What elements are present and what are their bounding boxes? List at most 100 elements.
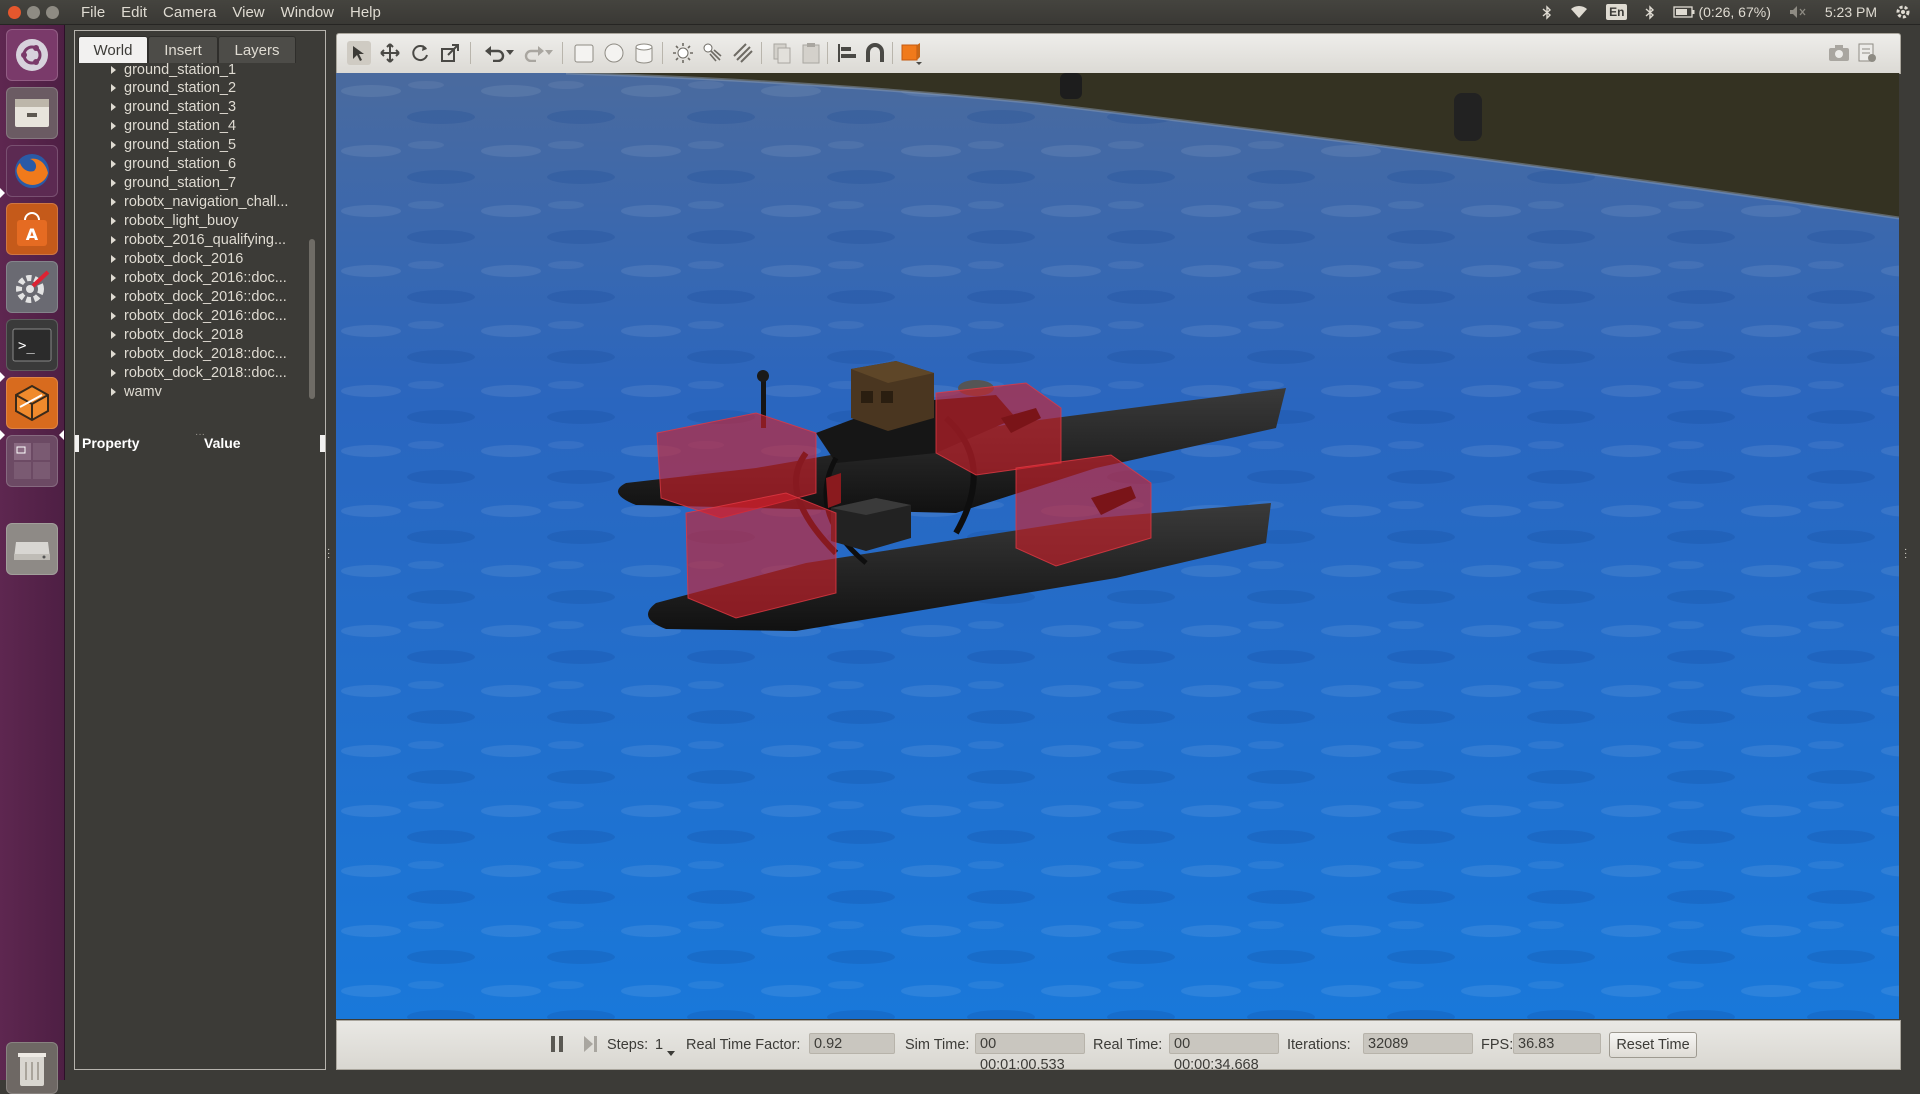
wifi-icon[interactable] [1561, 5, 1597, 19]
terminal-icon[interactable]: >_ [6, 319, 58, 371]
expand-arrow-icon[interactable] [111, 388, 116, 396]
view-angle-icon[interactable] [899, 41, 923, 65]
tree-item[interactable]: ground_station_7 [75, 174, 305, 193]
expand-arrow-icon[interactable] [111, 331, 116, 339]
snap-icon[interactable] [863, 41, 887, 65]
tab-layers[interactable]: Layers [218, 36, 296, 64]
screenshot-icon[interactable] [1827, 41, 1851, 65]
tree-item[interactable]: ground_station_2 [75, 79, 305, 98]
tree-scrollbar[interactable] [309, 239, 315, 399]
expand-arrow-icon[interactable] [111, 198, 116, 206]
bluetooth-icon-2[interactable] [1636, 4, 1664, 20]
tree-item[interactable]: wamv [75, 383, 305, 402]
redo-history-icon[interactable] [542, 41, 556, 65]
expand-arrow-icon[interactable] [111, 217, 116, 225]
expand-arrow-icon[interactable] [111, 103, 116, 111]
tab-world[interactable]: World [78, 36, 148, 64]
scale-icon[interactable] [438, 41, 462, 65]
bluetooth-icon[interactable] [1533, 4, 1561, 20]
rotate-icon[interactable] [408, 41, 432, 65]
tree-item[interactable]: robotx_dock_2016::doc... [75, 307, 305, 326]
undo-history-icon[interactable] [503, 41, 517, 65]
copy-icon[interactable] [770, 41, 794, 65]
expand-arrow-icon[interactable] [111, 141, 116, 149]
keyboard-layout-indicator[interactable]: En [1597, 4, 1636, 20]
value-column-header[interactable]: Value [204, 435, 241, 452]
system-settings-icon[interactable] [6, 261, 58, 313]
tab-insert[interactable]: Insert [148, 36, 218, 64]
tree-item[interactable]: robotx_2016_qualifying... [75, 231, 305, 250]
paste-icon[interactable] [799, 41, 823, 65]
translate-icon[interactable] [378, 41, 402, 65]
tree-item[interactable]: robotx_dock_2016::doc... [75, 269, 305, 288]
gazebo-icon[interactable] [6, 377, 58, 429]
expand-arrow-icon[interactable] [111, 66, 116, 74]
ubuntu-dash-icon[interactable] [6, 29, 58, 81]
tree-item[interactable]: ground_station_4 [75, 117, 305, 136]
tree-item[interactable]: ground_station_6 [75, 155, 305, 174]
tree-item-label: ground_station_1 [124, 63, 237, 78]
right-panel-collapse-handle[interactable]: · · · [1904, 545, 1908, 563]
window-close-button[interactable] [8, 5, 21, 19]
gear-icon[interactable] [1886, 4, 1920, 20]
expand-arrow-icon[interactable] [111, 274, 116, 282]
status-bar: Steps: 1 Real Time Factor: 0.92 Sim Time… [336, 1020, 1901, 1073]
steps-dropdown-icon[interactable] [667, 1045, 675, 1061]
files-icon[interactable] [6, 87, 58, 139]
align-icon[interactable] [835, 41, 859, 65]
expand-arrow-icon[interactable] [111, 122, 116, 130]
trash-icon[interactable] [6, 1042, 58, 1094]
tree-item-label: robotx_dock_2018 [124, 327, 244, 343]
software-center-icon[interactable]: A [6, 203, 58, 255]
select-arrow-icon[interactable] [347, 41, 371, 65]
steps-value[interactable]: 1 [655, 1037, 663, 1053]
window-minimize-button[interactable] [27, 5, 40, 19]
step-forward-icon[interactable] [582, 1035, 598, 1057]
expand-arrow-icon[interactable] [111, 293, 116, 301]
property-column-header[interactable]: Property [82, 435, 140, 452]
box-icon[interactable] [572, 41, 596, 65]
menu-help[interactable]: Help [342, 4, 389, 21]
spot-light-icon[interactable] [701, 41, 725, 65]
window-maximize-button[interactable] [46, 5, 59, 19]
menu-file[interactable]: File [73, 4, 113, 21]
reset-time-button[interactable]: Reset Time [1609, 1032, 1697, 1058]
tree-item[interactable]: robotx_dock_2018 [75, 326, 305, 345]
point-light-icon[interactable] [671, 41, 695, 65]
3d-viewport[interactable] [336, 73, 1899, 1019]
expand-arrow-icon[interactable] [111, 160, 116, 168]
tree-item[interactable]: robotx_dock_2018::doc... [75, 364, 305, 383]
expand-arrow-icon[interactable] [111, 236, 116, 244]
sphere-icon[interactable] [602, 41, 626, 65]
expand-arrow-icon[interactable] [111, 312, 116, 320]
cylinder-icon[interactable] [632, 41, 656, 65]
workspace-switcher-icon[interactable] [6, 435, 58, 487]
battery-indicator[interactable]: (0:26, 67%) [1664, 4, 1779, 20]
log-icon[interactable] [1855, 41, 1879, 65]
menu-window[interactable]: Window [273, 4, 342, 21]
tree-item[interactable]: robotx_dock_2018::doc... [75, 345, 305, 364]
tree-item[interactable]: ground_station_1 [75, 63, 305, 80]
expand-arrow-icon[interactable] [111, 350, 116, 358]
menu-edit[interactable]: Edit [113, 4, 155, 21]
menu-camera[interactable]: Camera [155, 4, 224, 21]
tree-item[interactable]: robotx_navigation_chall... [75, 193, 305, 212]
tree-item[interactable]: ground_station_3 [75, 98, 305, 117]
directional-light-icon[interactable] [731, 41, 755, 65]
expand-arrow-icon[interactable] [111, 84, 116, 92]
left-panel-collapse-handle[interactable]: · · · [327, 545, 331, 563]
tree-item[interactable]: robotx_dock_2016 [75, 250, 305, 269]
clock[interactable]: 5:23 PM [1816, 4, 1886, 20]
firefox-icon[interactable] [6, 145, 58, 197]
tree-item[interactable]: ground_station_5 [75, 136, 305, 155]
volume-muted-icon[interactable] [1780, 5, 1816, 19]
tree-item[interactable]: robotx_dock_2016::doc... [75, 288, 305, 307]
drive-icon[interactable] [6, 523, 58, 575]
expand-arrow-icon[interactable] [111, 255, 116, 263]
pause-icon[interactable] [549, 1035, 565, 1057]
menu-view[interactable]: View [224, 4, 272, 21]
tree-item[interactable]: robotx_light_buoy [75, 212, 305, 231]
world-tree: ground_station_1 ground_station_2 ground… [75, 63, 325, 435]
expand-arrow-icon[interactable] [111, 179, 116, 187]
expand-arrow-icon[interactable] [111, 369, 116, 377]
